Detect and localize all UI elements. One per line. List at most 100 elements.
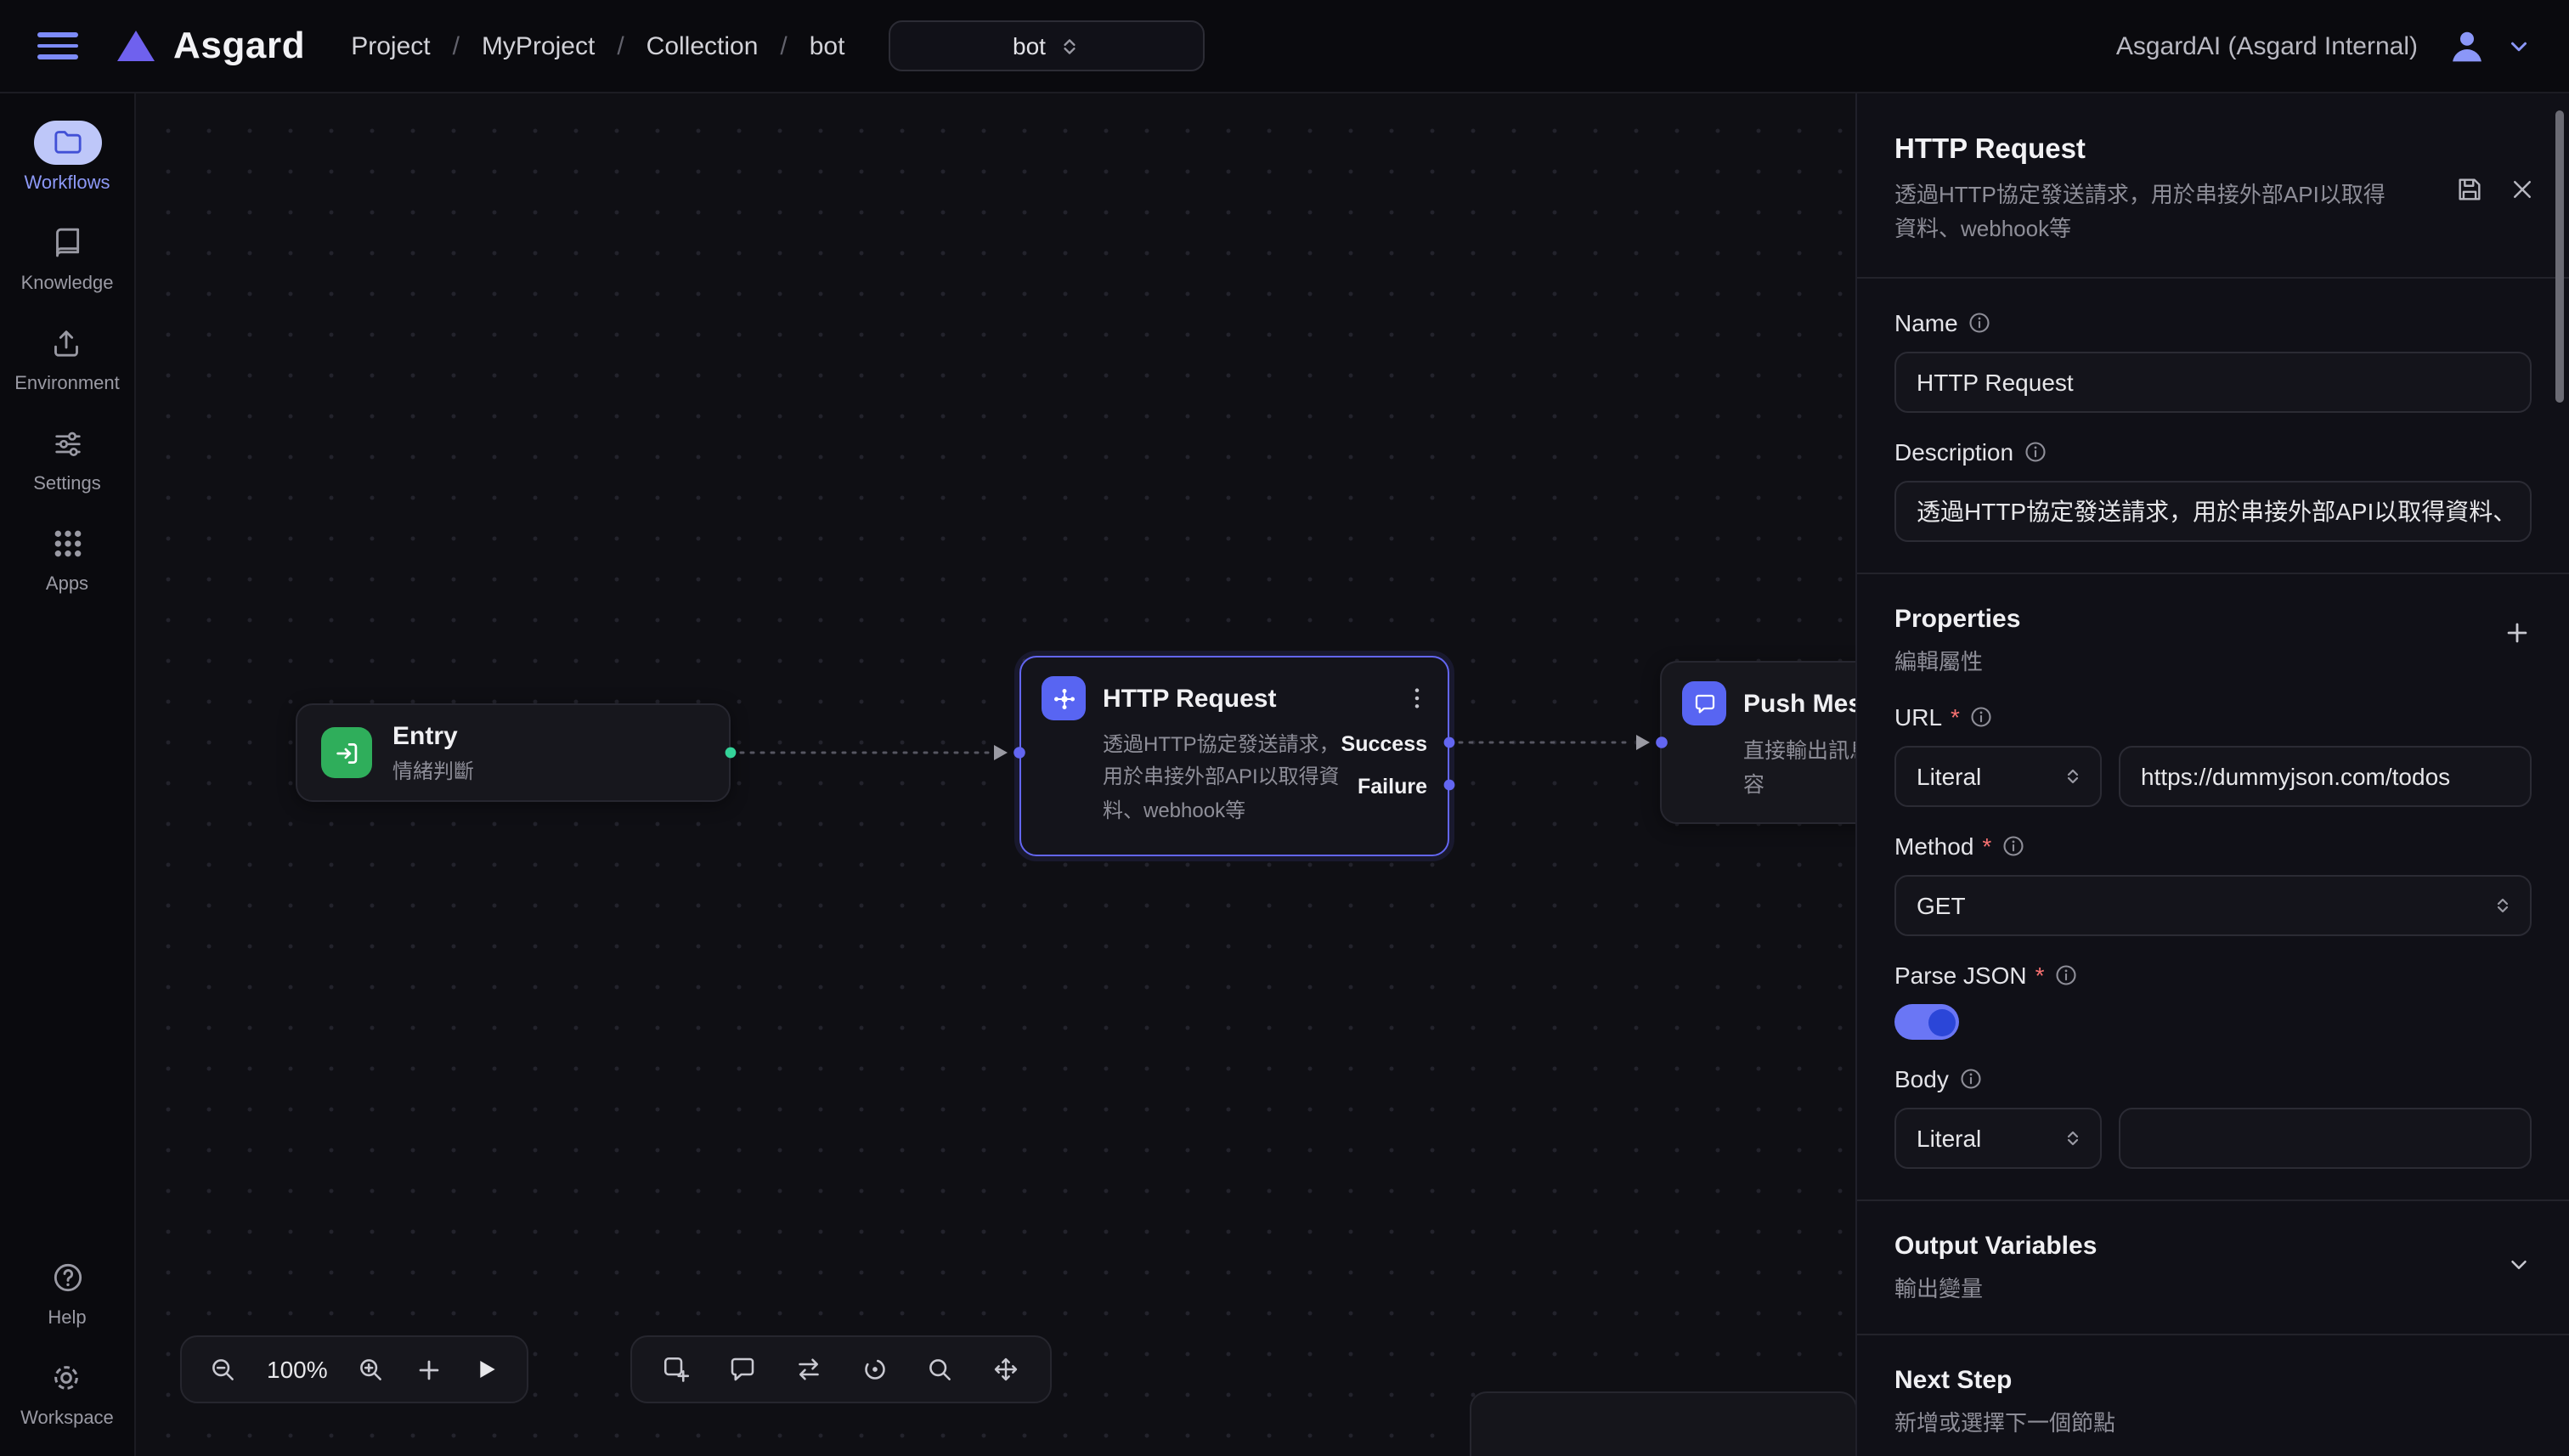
topbar: Asgard Project / MyProject / Collection … — [0, 0, 2569, 93]
parse-json-label-row: Parse JSON * — [1894, 962, 2532, 990]
swap-arrows-icon[interactable] — [793, 1354, 824, 1385]
properties-subtitle: 編輯屬性 — [1894, 645, 2020, 677]
breadcrumb-item-bot[interactable]: bot — [810, 31, 845, 60]
node-config-panel: HTTP Request 透過HTTP協定發送請求，用於串接外部API以取得資料… — [1855, 93, 2569, 1456]
menu-icon[interactable] — [37, 33, 78, 59]
workflow-selector[interactable]: bot — [889, 20, 1205, 71]
name-label: Name — [1894, 310, 1958, 337]
sidebar-item-label: Workflows — [24, 173, 110, 194]
body-label-row: Body — [1894, 1066, 2532, 1093]
orbit-icon[interactable] — [860, 1354, 890, 1385]
name-input[interactable] — [1894, 353, 2532, 414]
node-subtitle: 情緒判斷 — [392, 755, 474, 784]
breadcrumb-item-collection[interactable]: Collection — [646, 31, 759, 60]
close-icon[interactable] — [2510, 175, 2535, 204]
node-menu-kebab-icon[interactable] — [1403, 685, 1431, 712]
sidebar-item-help[interactable]: Help — [33, 1256, 101, 1329]
breadcrumb: Project / MyProject / Collection / bot — [351, 31, 844, 60]
url-mode-select[interactable]: Literal — [1894, 747, 2102, 808]
node-description: 直接輸出訊息內容 — [1743, 734, 1855, 802]
info-icon[interactable] — [2055, 964, 2079, 988]
add-node-icon[interactable] — [661, 1354, 692, 1385]
method-label-row: Method * — [1894, 833, 2532, 861]
method-select[interactable]: GET — [1894, 876, 2532, 937]
chevron-updown-icon — [2063, 1129, 2083, 1149]
url-label: URL — [1894, 704, 1942, 731]
entry-node-icon — [321, 727, 372, 778]
sidebar-item-apps[interactable]: Apps — [33, 522, 101, 595]
chevron-updown-icon — [2493, 896, 2513, 917]
body-label: Body — [1894, 1066, 1949, 1093]
book-icon — [50, 226, 84, 260]
breadcrumb-separator: / — [780, 31, 787, 60]
save-icon[interactable] — [2455, 175, 2484, 204]
node-push-message[interactable]: Push Message 直接輸出訊息內容 — [1660, 661, 1855, 824]
sidebar-item-label: Apps — [46, 574, 88, 595]
chevron-down-icon[interactable] — [2506, 33, 2532, 59]
description-label-row: Description — [1894, 439, 2532, 466]
run-play-icon[interactable] — [472, 1356, 500, 1383]
url-input[interactable] — [2119, 747, 2532, 808]
help-icon — [50, 1261, 84, 1295]
breadcrumb-separator: / — [617, 31, 624, 60]
output-variables-header[interactable]: Output Variables 輸出變量 — [1894, 1233, 2532, 1304]
brand[interactable]: Asgard — [116, 24, 305, 68]
avatar-icon[interactable] — [2445, 24, 2489, 68]
search-icon[interactable] — [926, 1355, 955, 1384]
required-mark: * — [2035, 962, 2045, 990]
url-mode-value: Literal — [1917, 764, 1981, 791]
port-failure[interactable]: Failure — [1358, 775, 1427, 799]
zoom-level: 100% — [267, 1356, 328, 1383]
method-label: Method — [1894, 833, 1973, 861]
add-icon[interactable] — [415, 1355, 443, 1384]
chevron-down-icon[interactable] — [2506, 1253, 2532, 1278]
node-entry[interactable]: Entry 情緒判斷 — [296, 703, 731, 802]
sidebar-item-workflows[interactable]: Workflows — [24, 121, 110, 194]
panel-subtitle: 透過HTTP協定發送請求，用於串接外部API以取得資料、webhook等 — [1894, 178, 2401, 247]
info-icon[interactable] — [1959, 1068, 1983, 1092]
sliders-icon — [50, 426, 84, 460]
sidebar-item-label: Settings — [33, 474, 101, 494]
required-mark: * — [1951, 704, 1960, 731]
sidebar-item-knowledge[interactable]: Knowledge — [21, 221, 114, 294]
method-value: GET — [1917, 893, 1966, 920]
add-property-icon[interactable] — [2503, 619, 2532, 648]
workflow-selector-value: bot — [1013, 32, 1046, 59]
sidebar-item-environment[interactable]: Environment — [14, 321, 120, 394]
next-step-subtitle: 新增或選擇下一個節點 — [1894, 1406, 2532, 1438]
panel-scrollbar[interactable] — [2555, 110, 2564, 403]
node-title: HTTP Request — [1103, 684, 1277, 713]
description-input[interactable] — [1894, 482, 2532, 543]
gear-icon — [50, 1361, 84, 1395]
info-icon[interactable] — [1970, 706, 1994, 730]
sidebar-item-workspace[interactable]: Workspace — [20, 1356, 114, 1429]
peek-panel — [1470, 1391, 1855, 1456]
zoom-out-icon[interactable] — [209, 1355, 238, 1384]
body-input[interactable] — [2119, 1109, 2532, 1170]
properties-title: Properties — [1894, 606, 2020, 635]
required-mark: * — [1982, 833, 1991, 861]
upload-icon — [50, 326, 84, 360]
breadcrumb-separator: / — [453, 31, 460, 60]
sidebar-item-label: Environment — [14, 374, 120, 394]
parse-json-toggle[interactable] — [1894, 1005, 1959, 1041]
http-node-icon — [1042, 676, 1086, 720]
info-icon[interactable] — [2024, 441, 2047, 465]
account-label: AsgardAI (Asgard Internal) — [2116, 31, 2418, 60]
port-success[interactable]: Success — [1341, 732, 1427, 756]
node-http-request[interactable]: HTTP Request 透過HTTP協定發送請求，用於串接外部API以取得資料… — [1019, 656, 1449, 856]
comment-icon[interactable] — [727, 1354, 758, 1385]
name-label-row: Name — [1894, 310, 2532, 337]
info-icon[interactable] — [2002, 835, 2025, 859]
topbar-right: AsgardAI (Asgard Internal) — [2116, 24, 2532, 68]
breadcrumb-item-myproject[interactable]: MyProject — [482, 31, 595, 60]
body-mode-select[interactable]: Literal — [1894, 1109, 2102, 1170]
breadcrumb-item-project[interactable]: Project — [351, 31, 430, 60]
panel-title: HTTP Request — [1894, 134, 2532, 166]
workflows-folder-icon — [50, 126, 84, 160]
info-icon[interactable] — [1968, 312, 1992, 336]
workflow-canvas[interactable]: Entry 情緒判斷 HTTP Request 透過HTTP協定發送請求，用於串… — [136, 93, 1855, 1456]
sidebar-item-settings[interactable]: Settings — [33, 421, 101, 494]
zoom-in-icon[interactable] — [357, 1355, 386, 1384]
fit-view-icon[interactable] — [991, 1354, 1021, 1385]
